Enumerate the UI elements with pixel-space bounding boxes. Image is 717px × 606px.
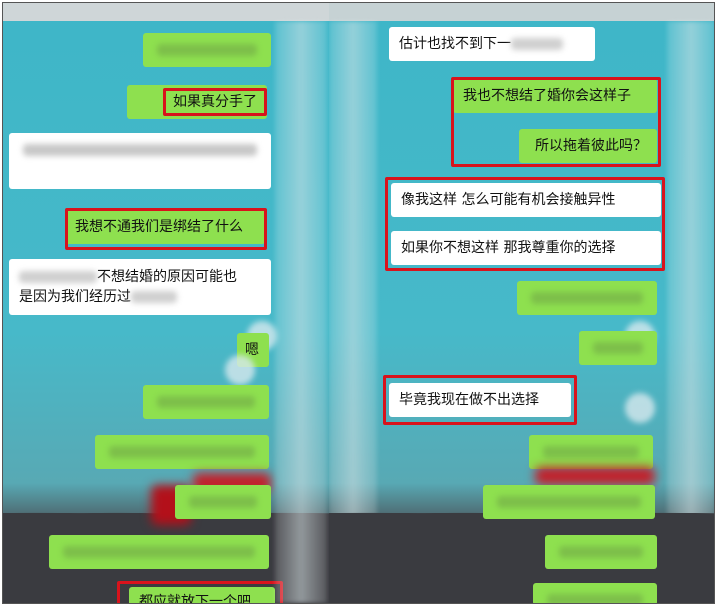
message-bubble-blurred[interactable] [143,385,269,419]
redacted-text [511,38,563,50]
message-text: 所以拖着彼此吗？ [535,138,647,154]
avatar[interactable] [625,393,655,423]
message-bubble-blurred[interactable] [579,331,657,365]
message-bubble-blurred[interactable] [49,535,269,569]
right-top-strip [329,3,714,21]
message-bubble-blurred[interactable] [529,435,653,469]
message-text: 如果你不想这样 那我尊重你的选择 [401,240,616,256]
message-bubble[interactable]: 都应就放下一个吧 [129,587,275,603]
message-bubble[interactable]: 毕竟我现在做不出选择 [389,383,571,417]
message-bubble[interactable]: 我也不想结了婚你会这样子 [453,79,657,113]
message-bubble-blurred[interactable] [517,281,657,315]
message-text: 像我这样 怎么可能有机会接触异性 [401,192,616,208]
message-line: 不想结婚的原因可能也 [19,267,261,287]
message-text: 如果真分手了 [173,94,257,110]
screenshot-frame: 如果真分手了 我想不通我们是绑结了什么 不想结婚的原因可能也 是因为我们经历过 … [2,2,715,604]
left-chat-panel[interactable]: 如果真分手了 我想不通我们是绑结了什么 不想结婚的原因可能也 是因为我们经历过 … [3,3,329,603]
message-text: 我也不想结了婚你会这样子 [463,88,631,104]
avatar[interactable] [225,355,255,385]
left-top-strip [3,3,329,21]
message-text: 估计也找不到下一 [399,36,511,52]
message-bubble[interactable]: 估计也找不到下一 [389,27,595,61]
redacted-text [19,271,97,283]
message-bubble-blurred[interactable] [9,133,271,189]
red-decoration [535,467,655,485]
message-bubble[interactable]: 不想结婚的原因可能也 是因为我们经历过 [9,259,271,315]
message-bubble-blurred[interactable] [143,33,271,67]
message-text: 毕竟我现在做不出选择 [399,392,539,408]
message-text: 都应就放下一个吧 [139,594,251,603]
ground-background [329,507,714,603]
message-bubble[interactable]: 像我这样 怎么可能有机会接触异性 [391,183,661,217]
message-bubble-blurred[interactable] [545,535,657,569]
blurred-divider [275,21,327,603]
message-bubble[interactable]: 我想不通我们是绑结了什么 [65,210,265,244]
message-bubble-blurred[interactable] [175,485,271,519]
message-line: 是因为我们经历过 [19,287,261,307]
message-bubble-blurred[interactable] [95,435,269,469]
message-bubble-blurred[interactable] [533,583,657,603]
message-bubble[interactable]: 所以拖着彼此吗？ [519,129,657,163]
redacted-text [131,291,177,303]
right-chat-panel[interactable]: 估计也找不到下一 我也不想结了婚你会这样子 所以拖着彼此吗？ 像我这样 怎么可能… [329,3,714,603]
message-bubble[interactable]: 如果真分手了 [127,85,267,119]
message-text: 我想不通我们是绑结了什么 [75,219,243,235]
message-bubble-blurred[interactable] [483,485,655,519]
message-text: 嗯 [245,342,259,358]
message-bubble[interactable]: 如果你不想这样 那我尊重你的选择 [391,231,661,265]
